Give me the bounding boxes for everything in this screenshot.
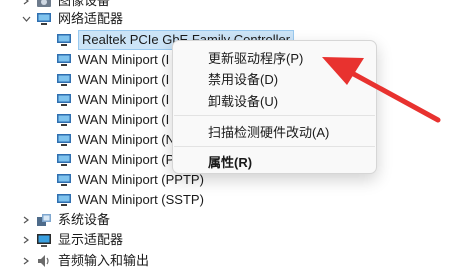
tree-item-label: WAN Miniport (I <box>78 72 170 87</box>
chevron-right-icon[interactable] <box>20 210 32 230</box>
menu-item-scan-hardware[interactable]: 扫描检测硬件改动(A) <box>177 120 372 142</box>
tree-item-display-adapters[interactable]: 显示适配器 <box>20 230 123 250</box>
network-adapter-icon <box>36 11 52 27</box>
tree-item-label: WAN Miniport (SSTP) <box>78 192 204 207</box>
network-adapter-icon <box>56 172 72 188</box>
tree-item-label: WAN Miniport (I <box>78 92 170 107</box>
system-devices-icon <box>36 212 52 228</box>
menu-item-uninstall-device[interactable]: 卸载设备(U) <box>177 89 372 111</box>
tree-item-wan-sstp[interactable]: WAN Miniport (SSTP) <box>56 190 204 210</box>
network-adapter-icon <box>56 192 72 208</box>
tree-item-wan-5[interactable]: WAN Miniport (N <box>56 130 175 150</box>
tree-item-wan-4[interactable]: WAN Miniport (I <box>56 110 169 130</box>
menu-item-update-driver[interactable]: 更新驱动程序(P) <box>177 46 372 68</box>
chevron-down-icon[interactable] <box>20 9 32 29</box>
chevron-right-icon[interactable] <box>20 230 32 250</box>
tree-item-audio[interactable]: 音频输入和输出 <box>20 251 149 271</box>
menu-item-properties[interactable]: 属性(R) <box>177 150 372 172</box>
tree-item-label: WAN Miniport (P <box>78 152 175 167</box>
network-adapter-icon <box>56 112 72 128</box>
network-adapter-icon <box>56 132 72 148</box>
tree-item-wan-1[interactable]: WAN Miniport (I <box>56 50 169 70</box>
network-adapter-icon <box>56 72 72 88</box>
tree-item-network-adapters[interactable]: 网络适配器 <box>20 9 123 29</box>
tree-item-label: 音频输入和输出 <box>58 253 150 268</box>
tree-item-label: 系统设备 <box>58 212 111 227</box>
tree-item-wan-2[interactable]: WAN Miniport (I <box>56 70 169 90</box>
menu-separator <box>174 146 375 147</box>
tree-item-label: WAN Miniport (N <box>78 132 176 147</box>
tree-item-label: 网络适配器 <box>58 11 124 26</box>
menu-separator <box>174 115 375 116</box>
speaker-icon <box>36 253 52 269</box>
tree-item-label: WAN Miniport (I <box>78 112 170 127</box>
display-adapter-icon <box>36 232 52 248</box>
tree-item-wan-3[interactable]: WAN Miniport (I <box>56 90 169 110</box>
chevron-right-icon[interactable] <box>20 251 32 271</box>
context-menu: 更新驱动程序(P) 禁用设备(D) 卸载设备(U) 扫描检测硬件改动(A) 属性… <box>172 40 377 174</box>
tree-item-wan-6[interactable]: WAN Miniport (P <box>56 150 174 170</box>
menu-item-disable-device[interactable]: 禁用设备(D) <box>177 67 372 89</box>
tree-item-label: 显示适配器 <box>58 232 124 247</box>
tree-item-label: WAN Miniport (I <box>78 52 170 67</box>
network-adapter-icon <box>56 152 72 168</box>
camera-icon <box>36 0 52 9</box>
tree-item-system-devices[interactable]: 系统设备 <box>20 210 110 230</box>
network-adapter-icon <box>56 52 72 68</box>
network-adapter-icon <box>56 32 72 48</box>
network-adapter-icon <box>56 92 72 108</box>
